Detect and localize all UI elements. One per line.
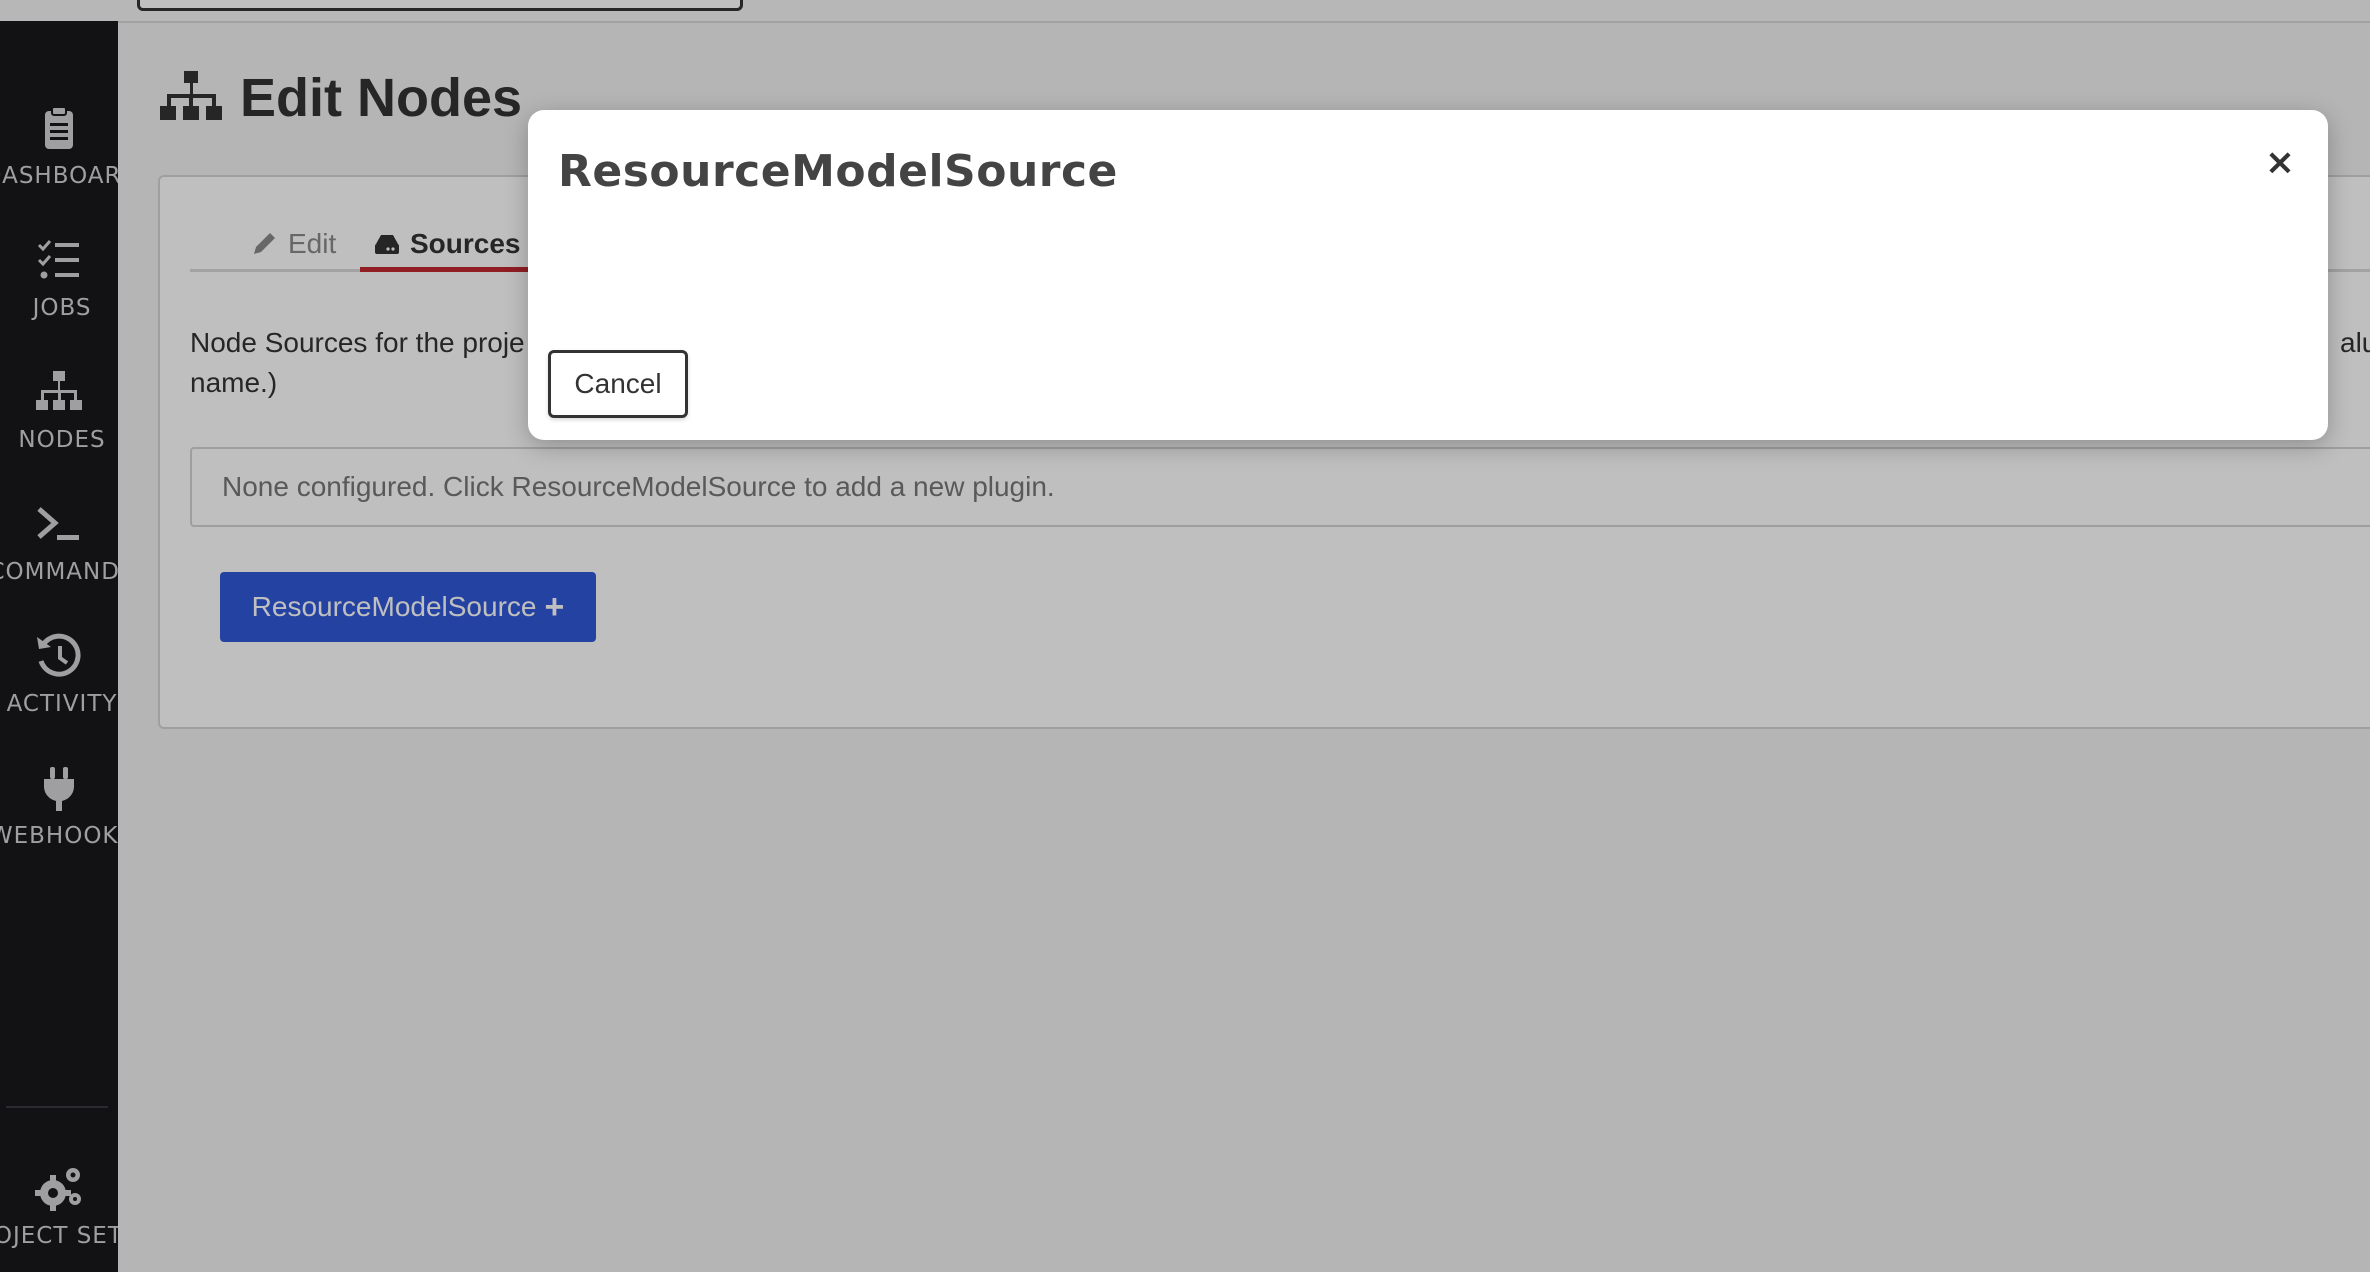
close-icon[interactable]: × [2260, 142, 2300, 183]
cancel-button[interactable]: Cancel [548, 350, 688, 418]
app-root: DASHBOARD JOBS [0, 0, 2370, 1272]
resource-model-source-modal: ResourceModelSource × Cancel [528, 110, 2328, 440]
modal-title: ResourceModelSource [558, 146, 1118, 197]
